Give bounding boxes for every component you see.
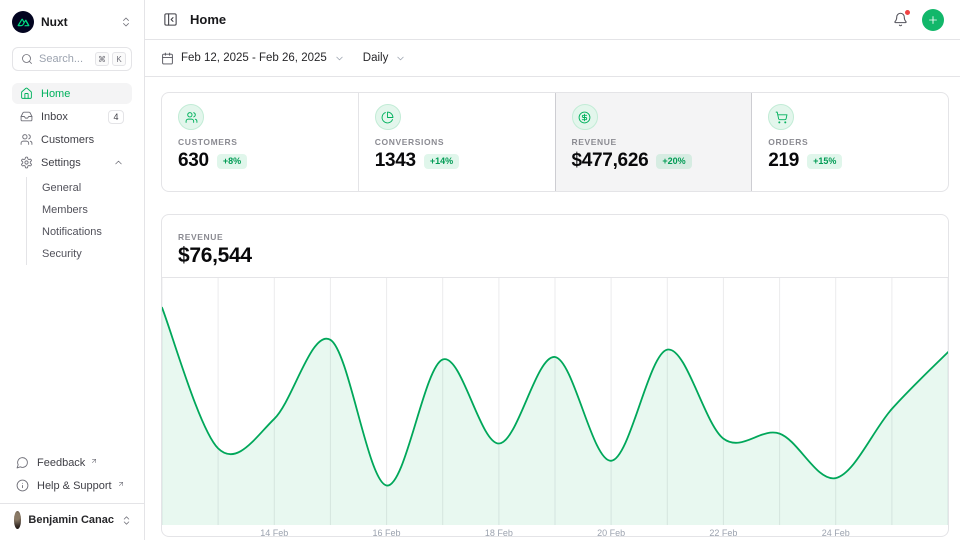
- sidebar-item-notifications[interactable]: Notifications: [38, 221, 132, 243]
- stats-grid: CUSTOMERS 630 +8% CONVERSIONS 1343 +14% RE…: [161, 92, 949, 192]
- revenue-chart-card: REVENUE $76,544 14 Feb 16 Feb 18 Feb 20 Feb…: [161, 214, 949, 537]
- x-axis-tick-label: 24 Feb: [822, 528, 850, 537]
- sidebar-item-customers[interactable]: Customers: [12, 129, 132, 150]
- settings-subnav: General Members Notifications Security: [26, 177, 132, 265]
- stat-delta-badge: +15%: [807, 154, 842, 169]
- panel-left-close-icon: [163, 12, 178, 27]
- sidebar-item-label: Home: [41, 88, 70, 100]
- date-range-picker[interactable]: Feb 12, 2025 - Feb 26, 2025: [161, 52, 345, 65]
- chevron-down-icon: [334, 53, 345, 64]
- avatar: [14, 511, 21, 529]
- dashboard-content: CUSTOMERS 630 +8% CONVERSIONS 1343 +14% RE…: [145, 77, 960, 537]
- plus-icon: [927, 14, 939, 26]
- stat-delta-badge: +20%: [656, 154, 691, 169]
- house-icon: [20, 87, 33, 100]
- revenue-area-chart[interactable]: [162, 278, 948, 525]
- stat-value: 219: [768, 150, 799, 172]
- sidebar: Nuxt Search... ⌘K Home Inbox 4 Customers: [0, 0, 145, 540]
- chart-header: REVENUE $76,544: [162, 215, 948, 278]
- chevrons-up-down-icon: [121, 515, 132, 526]
- cmd-key: ⌘: [95, 52, 109, 66]
- sidebar-nav: Home Inbox 4 Customers Settings General …: [12, 83, 132, 265]
- stat-delta-badge: +8%: [217, 154, 247, 169]
- search-input[interactable]: Search... ⌘K: [12, 47, 132, 71]
- app-root: Nuxt Search... ⌘K Home Inbox 4 Customers: [0, 0, 960, 540]
- users-icon: [185, 111, 198, 124]
- chevron-up-icon: [113, 157, 124, 168]
- workspace-switcher[interactable]: Nuxt: [12, 10, 132, 34]
- sidebar-footer: Feedback Help & Support: [12, 452, 132, 503]
- sidebar-spacer: [12, 265, 132, 452]
- main-panel: Home Feb 12, 2025 - Feb 26, 2025 Daily: [145, 0, 960, 540]
- chart-value: $76,544: [178, 244, 932, 268]
- period-value: Daily: [363, 52, 389, 64]
- chevron-down-icon: [395, 53, 406, 64]
- top-bar: Home: [145, 0, 960, 40]
- sidebar-item-members[interactable]: Members: [38, 199, 132, 221]
- stat-label: REVENUE: [572, 137, 736, 147]
- date-range-value: Feb 12, 2025 - Feb 26, 2025: [181, 52, 327, 64]
- info-circle-icon: [16, 479, 29, 492]
- filter-toolbar: Feb 12, 2025 - Feb 26, 2025 Daily: [145, 40, 960, 77]
- chevrons-up-down-icon: [120, 16, 132, 28]
- x-axis-tick-label: 20 Feb: [597, 528, 625, 537]
- sidebar-item-settings[interactable]: Settings: [12, 152, 132, 173]
- nuxt-logo-icon: [12, 11, 34, 33]
- stat-value: 630: [178, 150, 209, 172]
- add-button[interactable]: [922, 9, 944, 31]
- user-name: Benjamin Canac: [28, 514, 114, 526]
- dollar-circle-icon: [578, 111, 591, 124]
- sidebar-item-general[interactable]: General: [38, 177, 132, 199]
- sidebar-item-security[interactable]: Security: [38, 243, 132, 265]
- stat-card-orders[interactable]: ORDERS 219 +15%: [752, 93, 948, 191]
- k-key: K: [112, 52, 126, 66]
- pie-chart-icon: [381, 111, 394, 124]
- footer-item-label: Feedback: [37, 457, 85, 469]
- notifications-button[interactable]: [891, 10, 910, 29]
- feedback-link[interactable]: Feedback: [12, 452, 132, 473]
- notification-dot: [904, 9, 911, 16]
- sidebar-item-label: Settings: [41, 157, 105, 169]
- period-select[interactable]: Daily: [363, 52, 407, 64]
- stat-delta-badge: +14%: [424, 154, 459, 169]
- workspace-name: Nuxt: [41, 15, 113, 29]
- x-axis-tick-label: 22 Feb: [709, 528, 737, 537]
- external-link-icon: [117, 480, 125, 488]
- x-axis-tick-label: 18 Feb: [485, 528, 513, 537]
- users-icon: [20, 133, 33, 146]
- search-placeholder: Search...: [39, 53, 89, 65]
- x-axis-tick-label: 16 Feb: [373, 528, 401, 537]
- user-menu[interactable]: Benjamin Canac: [0, 503, 144, 534]
- sidebar-item-inbox[interactable]: Inbox 4: [12, 106, 132, 127]
- sidebar-item-label: Customers: [41, 134, 94, 146]
- stat-value: 1343: [375, 150, 416, 172]
- inbox-icon: [20, 110, 33, 123]
- stat-label: CONVERSIONS: [375, 137, 539, 147]
- search-shortcut: ⌘K: [95, 52, 126, 66]
- footer-item-label: Help & Support: [37, 480, 112, 492]
- chat-bubble-icon: [16, 456, 29, 469]
- search-icon: [21, 53, 33, 65]
- help-support-link[interactable]: Help & Support: [12, 475, 132, 496]
- x-axis-tick-label: 14 Feb: [260, 528, 288, 537]
- stat-card-revenue[interactable]: REVENUE $477,626 +20%: [556, 93, 752, 191]
- x-axis-labels: 14 Feb 16 Feb 18 Feb 20 Feb 22 Feb 24 Feb: [162, 525, 948, 537]
- chart-label: REVENUE: [178, 232, 932, 242]
- stat-card-conversions[interactable]: CONVERSIONS 1343 +14%: [359, 93, 555, 191]
- stat-value: $477,626: [572, 150, 649, 172]
- sidebar-item-label: Inbox: [41, 111, 100, 123]
- stat-label: ORDERS: [768, 137, 932, 147]
- page-title: Home: [190, 12, 226, 27]
- shopping-cart-icon: [775, 111, 788, 124]
- stat-label: CUSTOMERS: [178, 137, 342, 147]
- stat-card-customers[interactable]: CUSTOMERS 630 +8%: [162, 93, 358, 191]
- gear-icon: [20, 156, 33, 169]
- inbox-count-badge: 4: [108, 110, 124, 124]
- collapse-sidebar-button[interactable]: [161, 10, 180, 29]
- sidebar-item-home[interactable]: Home: [12, 83, 132, 104]
- calendar-icon: [161, 52, 174, 65]
- external-link-icon: [90, 457, 98, 465]
